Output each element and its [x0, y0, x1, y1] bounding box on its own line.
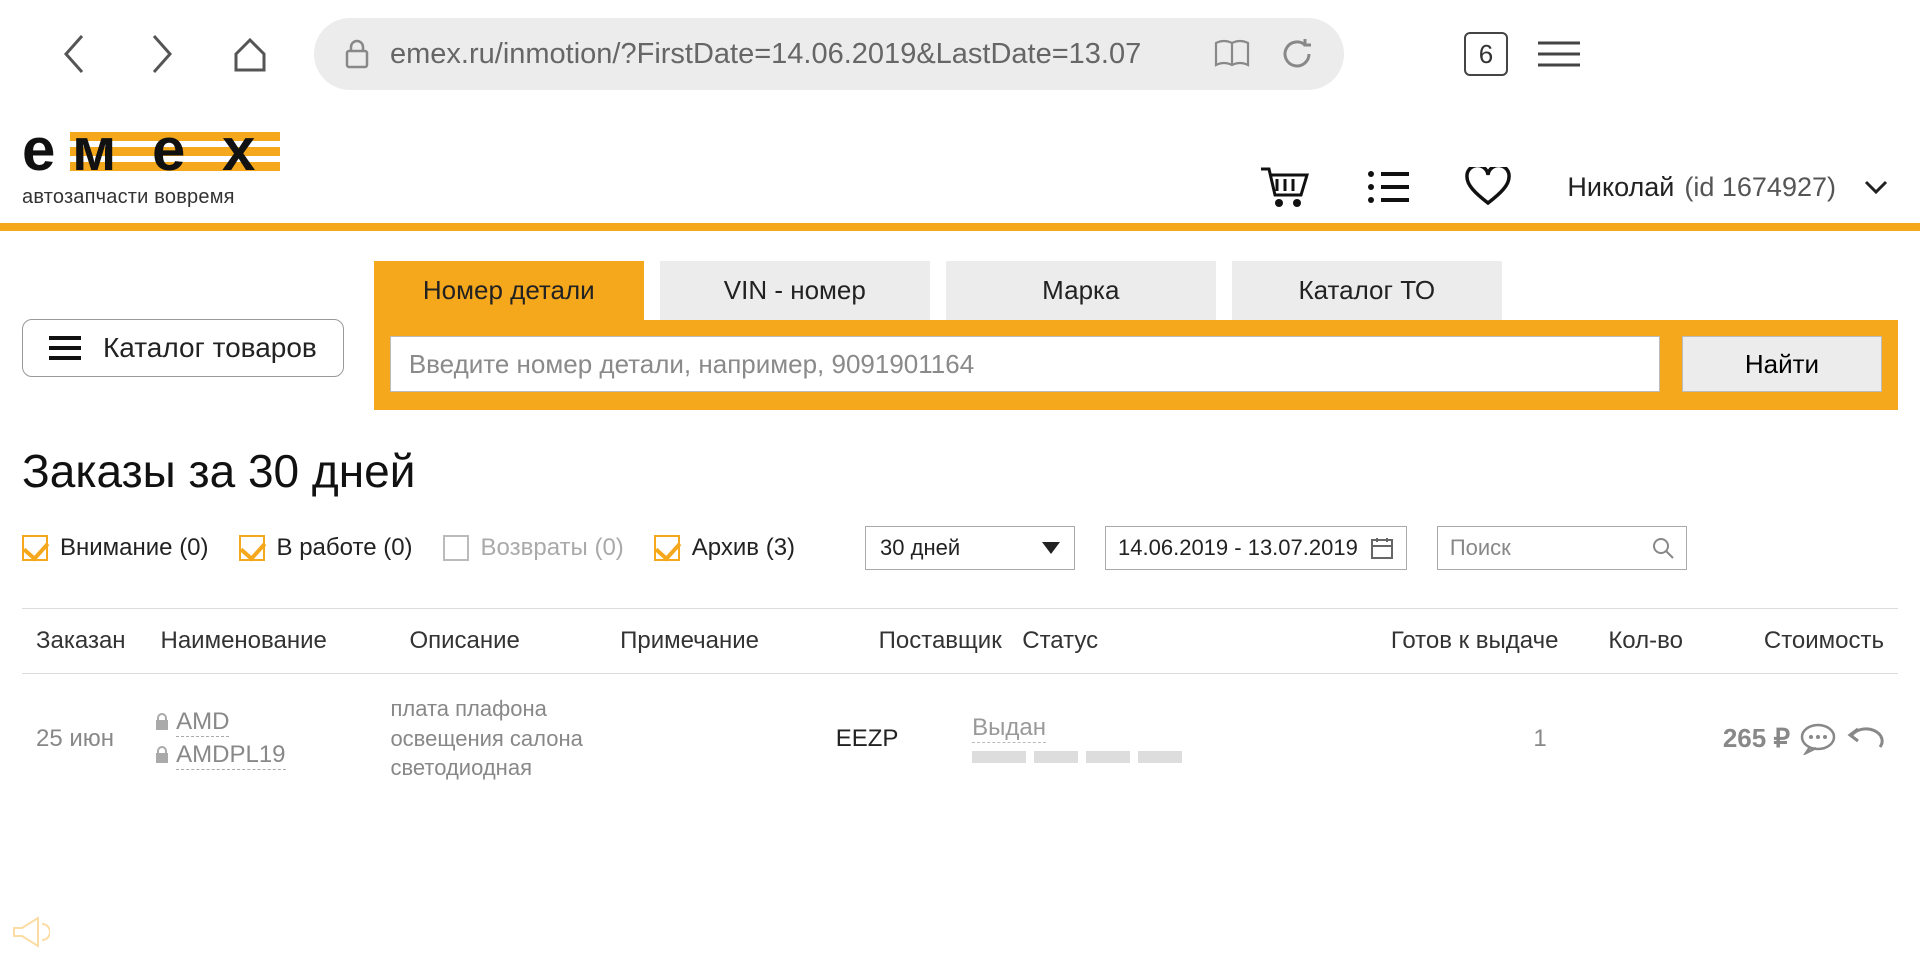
user-name: Николай [1567, 172, 1674, 203]
checkbox-icon [654, 535, 680, 561]
tab-label: Номер детали [423, 275, 595, 305]
back-button[interactable] [50, 30, 98, 78]
sku-link[interactable]: AMDPL19 [176, 741, 285, 770]
return-icon[interactable] [1844, 725, 1884, 753]
header-separator [0, 223, 1920, 231]
cart-icon[interactable] [1259, 165, 1309, 209]
filter-returns[interactable]: Возвраты (0) [443, 534, 624, 562]
lock-icon [154, 713, 170, 731]
checkbox-icon [22, 535, 48, 561]
date-range[interactable]: 14.06.2019 - 13.07.2019 [1105, 526, 1407, 570]
lock-icon [154, 746, 170, 764]
cell-supplier: EEZP [836, 725, 972, 753]
period-select[interactable]: 30 дней [865, 526, 1075, 570]
burger-icon [49, 336, 81, 360]
svg-text:e: e [22, 122, 55, 180]
chevron-down-icon [1864, 180, 1888, 194]
cell-name: AMD AMDPL19 [154, 708, 390, 770]
cell-date: 25 июн [36, 725, 154, 753]
user-id: (id 1674927) [1684, 172, 1836, 203]
checkbox-icon [443, 535, 469, 561]
part-search-input[interactable] [390, 336, 1660, 392]
orders-search[interactable]: Поиск [1437, 526, 1687, 570]
orders-search-placeholder: Поиск [1450, 535, 1511, 561]
th-name: Наименование [160, 627, 409, 655]
filters-bar: Внимание (0) В работе (0) Возвраты (0) А… [0, 520, 1920, 588]
comment-icon[interactable] [1800, 723, 1836, 755]
svg-text:х: х [222, 122, 255, 180]
calendar-icon [1370, 536, 1394, 560]
filter-attention[interactable]: Внимание (0) [22, 534, 209, 562]
period-value: 30 дней [880, 535, 960, 561]
cell-cost: 265 ₽ [1599, 723, 1790, 754]
forward-button[interactable] [138, 30, 186, 78]
reload-icon[interactable] [1280, 37, 1314, 71]
date-range-value: 14.06.2019 - 13.07.2019 [1118, 535, 1358, 561]
search-bar: Найти [374, 320, 1898, 410]
orders-table: Заказан Наименование Описание Примечание… [22, 608, 1898, 803]
search-icon [1652, 537, 1674, 559]
search-section: Каталог товаров Номер детали VIN - номер… [0, 231, 1920, 410]
th-status: Статус [1022, 627, 1338, 655]
search-button-label: Найти [1745, 349, 1819, 379]
browser-toolbar: emex.ru/inmotion/?FirstDate=14.06.2019&L… [0, 0, 1920, 108]
svg-text:м: м [72, 122, 116, 180]
status-text[interactable]: Выдан [972, 714, 1046, 743]
orders-icon[interactable] [1365, 168, 1409, 206]
progress-bar [972, 751, 1272, 763]
emex-logo-icon: e м е х [22, 122, 312, 180]
user-menu[interactable]: Николай (id 1674927) [1567, 172, 1888, 203]
th-date: Заказан [36, 627, 160, 655]
filter-label: Возвраты (0) [481, 534, 624, 562]
lock-icon [344, 39, 370, 69]
browser-menu-button[interactable] [1538, 39, 1580, 69]
tab-brand[interactable]: Марка [946, 261, 1216, 320]
th-qty: Кол-во [1558, 627, 1682, 655]
favorites-icon[interactable] [1465, 167, 1511, 207]
home-button[interactable] [226, 30, 274, 78]
table-row: 25 июн AMD AMDPL19 плата плафона освещен… [22, 674, 1898, 803]
filter-label: Внимание (0) [60, 534, 209, 562]
th-desc: Описание [409, 627, 620, 655]
tabs-button[interactable]: 6 [1464, 32, 1508, 76]
svg-text:е: е [152, 122, 185, 180]
url-text: emex.ru/inmotion/?FirstDate=14.06.2019&L… [390, 38, 1194, 71]
filter-label: В работе (0) [277, 534, 413, 562]
checkbox-icon [239, 535, 265, 561]
filter-label: Архив (3) [692, 534, 795, 562]
chevron-down-icon [1042, 542, 1060, 554]
megaphone-icon[interactable] [10, 914, 50, 950]
cell-qty: 1 [1481, 725, 1599, 753]
table-header: Заказан Наименование Описание Примечание… [22, 608, 1898, 674]
search-button[interactable]: Найти [1682, 336, 1882, 392]
brand-link[interactable]: AMD [176, 708, 229, 737]
reader-icon[interactable] [1214, 39, 1250, 69]
th-ready: Готов к выдаче [1338, 627, 1558, 655]
tab-catalog-to[interactable]: Каталог ТО [1232, 261, 1502, 320]
catalog-button[interactable]: Каталог товаров [22, 319, 344, 377]
tab-vin[interactable]: VIN - номер [660, 261, 930, 320]
address-bar[interactable]: emex.ru/inmotion/?FirstDate=14.06.2019&L… [314, 18, 1344, 90]
logo[interactable]: e м е х автозапчасти вовремя [22, 122, 312, 209]
tagline: автозапчасти вовремя [22, 186, 312, 209]
tab-count-value: 6 [1479, 39, 1493, 70]
search-tabs: Номер детали VIN - номер Марка Каталог Т… [374, 261, 1898, 320]
th-note: Примечание [620, 627, 879, 655]
cell-status: Выдан [972, 714, 1272, 763]
tab-label: VIN - номер [724, 275, 866, 305]
filter-in-work[interactable]: В работе (0) [239, 534, 413, 562]
th-cost: Стоимость [1683, 627, 1884, 655]
page-title: Заказы за 30 дней [0, 410, 1920, 520]
th-supplier: Поставщик [879, 627, 1023, 655]
filter-archive[interactable]: Архив (3) [654, 534, 795, 562]
tab-part-number[interactable]: Номер детали [374, 261, 644, 320]
tab-label: Марка [1042, 275, 1119, 305]
tab-label: Каталог ТО [1298, 275, 1435, 305]
cell-desc: плата плафона освещения салона светодиод… [390, 694, 590, 783]
site-header: e м е х автозапчасти вовремя Николай (id… [0, 108, 1920, 219]
catalog-label: Каталог товаров [103, 332, 317, 364]
